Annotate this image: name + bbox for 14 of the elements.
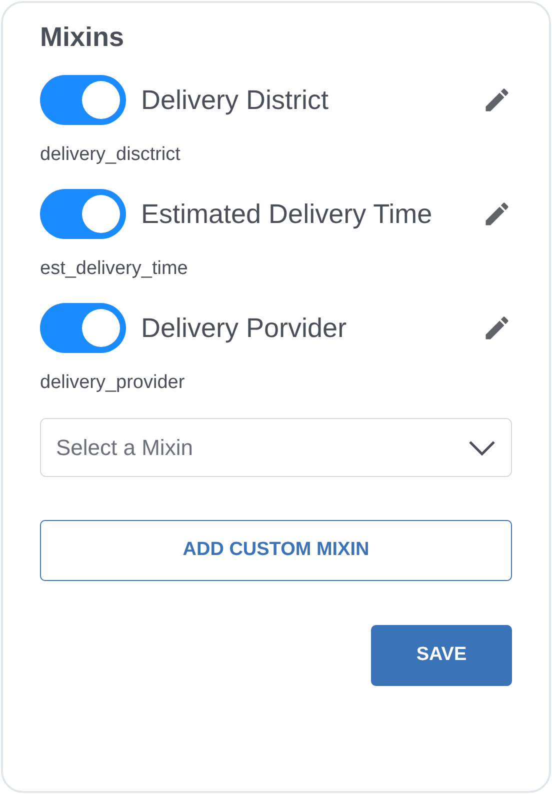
mixin-key: delivery_provider bbox=[40, 371, 512, 395]
section-title: Mixins bbox=[40, 21, 126, 54]
save-button[interactable]: SAVE bbox=[371, 625, 512, 686]
toggle-switch[interactable] bbox=[40, 189, 126, 239]
toggle-switch[interactable] bbox=[40, 303, 126, 353]
add-custom-mixin-button[interactable]: ADD CUSTOM MIXIN bbox=[40, 520, 512, 581]
toggle-switch[interactable] bbox=[40, 75, 126, 125]
mixin-name: Delivery District bbox=[141, 84, 330, 117]
mixin-key: delivery_disctrict bbox=[40, 143, 512, 167]
mixin-name: Delivery Porvider bbox=[141, 312, 348, 345]
mixin-key: est_delivery_time bbox=[40, 257, 512, 281]
mixin-select[interactable]: Select a Mixin bbox=[40, 418, 512, 477]
mixin-name: Estimated Delivery Time bbox=[141, 198, 434, 231]
chevron-down-icon bbox=[468, 440, 496, 456]
